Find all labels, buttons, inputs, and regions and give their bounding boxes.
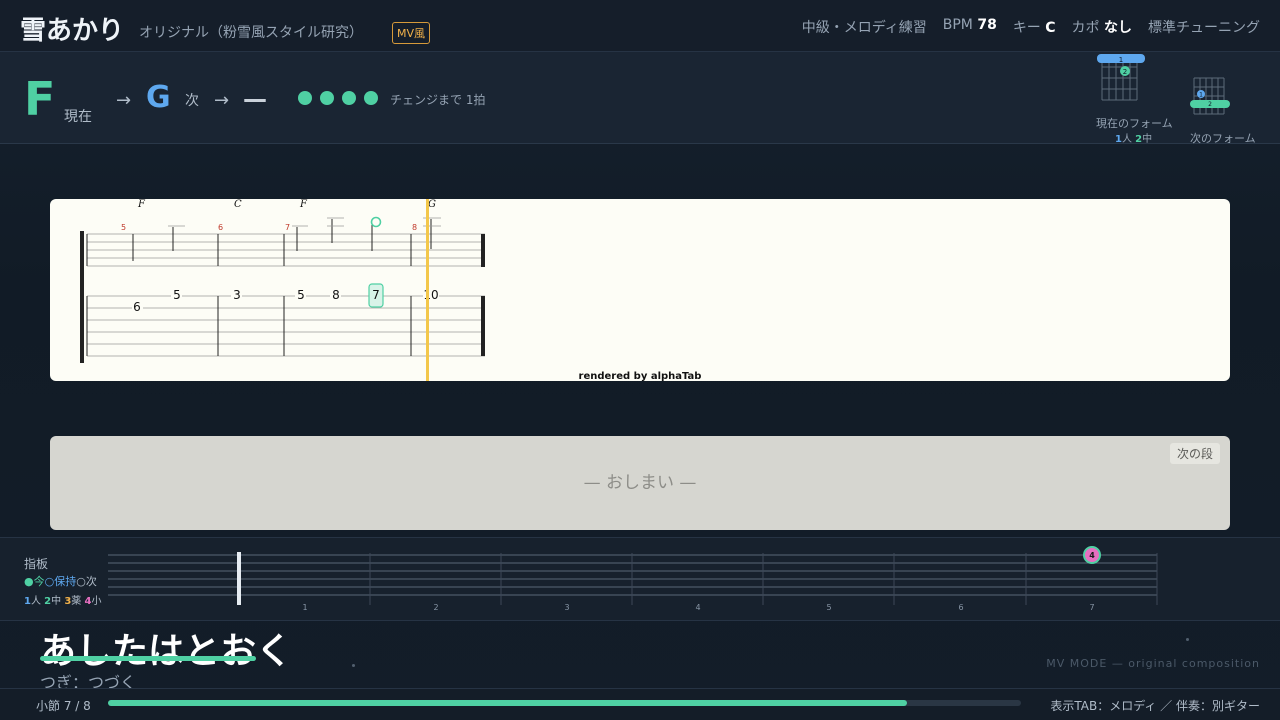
fret-label: 4 — [695, 603, 700, 612]
legend-now: ●今 — [24, 575, 45, 588]
song-subtitle: オリジナル（粉雪風スタイル研究） — [139, 25, 363, 41]
fret-label: 1 — [302, 603, 307, 612]
change-countdown-text: チェンジまで 1拍 — [390, 93, 486, 107]
snow-particle — [352, 664, 355, 667]
beat-dot — [320, 91, 334, 105]
legend-next: ○次 — [76, 575, 97, 588]
mv-badge: MV風 — [392, 22, 431, 44]
playhead-cursor — [426, 199, 429, 381]
fretboard-legend: ●今○保持○次 — [24, 573, 97, 589]
song-progress-fill — [108, 700, 907, 706]
capo-info: カポ なし — [1072, 17, 1132, 37]
render-credit: rendered by alphaTab — [578, 371, 702, 381]
end-barline — [481, 234, 485, 267]
tuning-text: 標準チューニング — [1148, 20, 1260, 36]
tab-fret-number: 7 — [372, 288, 380, 302]
key-label: キー — [1012, 20, 1041, 36]
bpm-label: BPM — [942, 17, 973, 33]
display-info: 表示TAB：メロディ ／ 伴奏：別ギター — [1050, 699, 1260, 713]
bpm-value: 78 — [977, 17, 997, 33]
fret-label: 5 — [826, 603, 831, 612]
fretboard-title: 指板 — [24, 557, 49, 571]
chord-strip: F 現在 → G 次 → — チェンジまで 1拍 1 2 現在のフォーム 1人 … — [0, 52, 1280, 145]
current-chord-diagram: 1 2 — [1097, 54, 1145, 101]
current-note-marker — [370, 216, 382, 228]
tab-chord-label: F — [137, 199, 146, 210]
next-form-label: 次のフォーム — [1190, 132, 1256, 145]
measure-counter: 小節 7 / 8 — [36, 699, 91, 713]
nut — [237, 552, 241, 605]
beat-countdown — [298, 91, 378, 105]
song-meta: 中級・メロディ練習 BPM 78 キー C カポ なし 標準チューニング — [802, 17, 1260, 37]
beat-dot — [342, 91, 356, 105]
capo-label: カポ — [1071, 20, 1100, 36]
measure-number: 5 — [121, 223, 126, 232]
next-chord-label: 次 — [185, 93, 199, 109]
current-form-label: 現在のフォーム — [1096, 117, 1173, 130]
fret-label: 2 — [433, 603, 438, 612]
next-line-panel: — おしまい — 次の段 — [50, 436, 1230, 530]
measure-number: 7 — [285, 223, 290, 232]
current-chord-label: 現在 — [64, 109, 92, 125]
next-line-button[interactable]: 次の段 — [1169, 443, 1220, 464]
song-title: 雪あかり — [20, 16, 125, 46]
tab-fret-number: 10 — [423, 288, 438, 302]
tab-staff: F C F G 5 6 7 8 6 5 3 5 8 7 10 — [80, 199, 485, 381]
tab-fret-number: 5 — [173, 288, 181, 302]
measure-number: 8 — [412, 223, 417, 232]
mv-mode-label: MV MODE — original composition — [1046, 657, 1260, 670]
finger-legend: 1人 2中 3薬 4小 — [24, 596, 102, 607]
current-lyric: あしたはとおく — [40, 631, 293, 672]
fret-label: 6 — [958, 603, 963, 612]
tab-chord-label: C — [234, 199, 242, 210]
tab-fret-number: 8 — [332, 288, 340, 302]
beat-dot — [298, 91, 312, 105]
next-chord-diagram: 1 2 — [1190, 77, 1230, 115]
capo-value: なし — [1104, 20, 1132, 36]
current-chord: F — [24, 72, 56, 126]
active-finger-label: 4 — [1089, 551, 1095, 560]
fretboard-diagram: 1 2 3 4 5 6 7 4 — [108, 546, 1158, 612]
tab-chord-label: F — [299, 199, 308, 210]
tab-chord-label: G — [428, 199, 436, 210]
level-text: 中級・メロディ練習 — [801, 20, 927, 36]
bpm-info: BPM 78 — [943, 17, 997, 37]
barre-finger-label: 2 — [1208, 101, 1212, 108]
tab-notation-panel: F C F G 5 6 7 8 6 5 3 5 8 7 10 rendered … — [50, 199, 1230, 381]
fret-label: 3 — [564, 603, 569, 612]
key-value: C — [1045, 20, 1056, 36]
end-barline — [481, 296, 485, 356]
tab-fret-number: 5 — [297, 288, 305, 302]
lyric-progress-underline — [40, 656, 256, 661]
start-barline — [80, 231, 84, 363]
arrow-right-icon: → — [214, 90, 230, 111]
beat-dot — [364, 91, 378, 105]
after-chord: — — [243, 85, 267, 113]
footer-bar: 小節 7 / 8 表示TAB：メロディ ／ 伴奏：別ギター — [0, 688, 1280, 720]
fret-label: 7 — [1089, 603, 1094, 612]
snow-particle — [1186, 638, 1189, 641]
tab-fret-number: 6 — [133, 300, 141, 314]
legend-hold: ○保持 — [44, 575, 77, 588]
next-chord: G — [146, 80, 171, 115]
measure-number: 6 — [218, 223, 223, 232]
finger-marker-label: 1 — [1199, 92, 1203, 99]
key-info: キー C — [1013, 17, 1056, 37]
end-text: — おしまい — — [583, 473, 697, 493]
current-form-finger-legend: 1人 2中 — [1115, 134, 1153, 145]
finger-marker-label: 2 — [1123, 68, 1127, 76]
tab-fret-number: 3 — [233, 288, 241, 302]
top-header: 雪あかり オリジナル（粉雪風スタイル研究） MV風 中級・メロディ練習 BPM … — [0, 0, 1280, 52]
fretboard-area: 指板 ●今○保持○次 1人 2中 3薬 4小 1 2 3 4 5 6 7 4 — [0, 537, 1280, 621]
arrow-right-icon: → — [116, 90, 132, 111]
barre-finger-label: 1 — [1119, 56, 1123, 64]
song-progress-bar[interactable] — [108, 700, 1021, 706]
